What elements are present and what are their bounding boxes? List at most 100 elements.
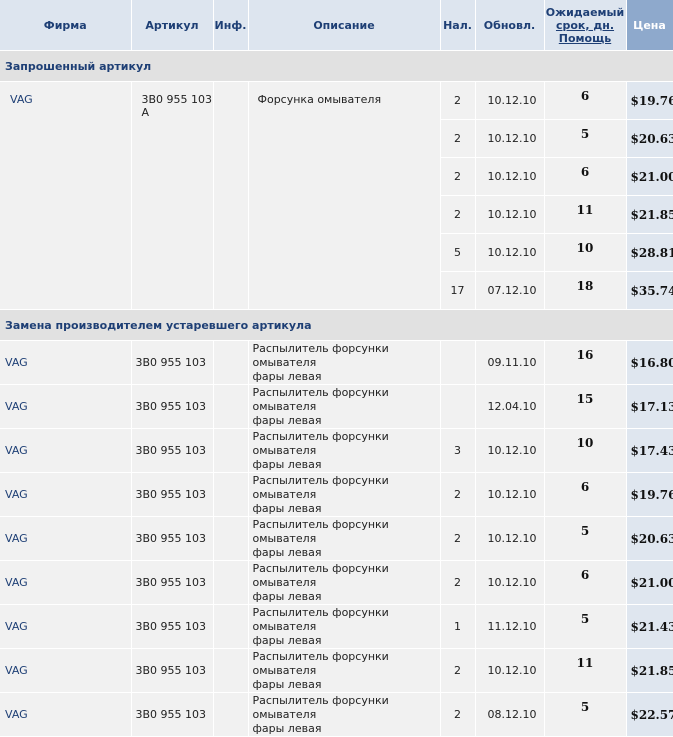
info-cell <box>213 560 249 605</box>
price-cell[interactable]: $22.57 <box>626 692 673 737</box>
description-line1: Распылитель форсунки омывателя <box>252 605 389 633</box>
firm-link[interactable]: VAG <box>5 532 28 545</box>
price-cell[interactable]: $21.43 <box>626 604 673 649</box>
price-cell[interactable]: $17.13 <box>626 384 673 429</box>
price-cell[interactable]: $21.85 <box>626 648 673 693</box>
term-cell: 5 <box>544 692 627 737</box>
firm-link[interactable]: VAG <box>10 93 33 106</box>
price-cell[interactable]: $20.63 <box>626 516 673 561</box>
table-row[interactable]: VAG 3B0 955 103 Распылитель форсунки омыва… <box>0 340 673 385</box>
price-cell[interactable]: $16.80 <box>626 340 673 385</box>
firm-link[interactable]: VAG <box>5 620 28 633</box>
header-article[interactable]: Артикул <box>131 0 214 51</box>
date-cell: 10.12.10 <box>475 516 545 561</box>
table-row[interactable]: VAG 3B0 955 103 Распылитель форсунки омыва… <box>0 472 673 517</box>
firm-link[interactable]: VAG <box>5 400 28 413</box>
price-cell[interactable]: $19.76 <box>626 472 673 517</box>
table-row[interactable]: VAG 3B0 955 103 Распылитель форсунки омыва… <box>0 692 673 737</box>
firm-link[interactable]: VAG <box>5 708 28 721</box>
date-cell: 10.12.10 <box>475 472 545 517</box>
article-cell: 3B0 955 103 <box>131 692 214 737</box>
article-cell: 3B0 955 103 A <box>131 81 214 310</box>
term-cell: 10 <box>544 428 627 473</box>
table-row[interactable]: VAG 3B0 955 103 Распылитель форсунки омыва… <box>0 648 673 693</box>
header-term[interactable]: Ожидаемый срок, дн. Помощь <box>544 0 627 51</box>
article-cell: 3B0 955 103 <box>131 472 214 517</box>
firm-cell: VAG <box>0 384 132 429</box>
info-cell <box>213 648 249 693</box>
info-cell <box>213 340 249 385</box>
firm-cell: VAG <box>0 428 132 473</box>
description-line2: фары левая <box>252 633 322 647</box>
table-header-row: Фирма Артикул Инф. Описание Нал. Обновл.… <box>0 0 673 51</box>
description-cell: Распылитель форсунки омывателя фары левая <box>248 472 441 517</box>
description-line1: Распылитель форсунки омывателя <box>252 473 389 501</box>
date-cell: 10.12.10 <box>475 81 545 120</box>
description-line2: фары левая <box>252 677 322 691</box>
header-qty[interactable]: Нал. <box>440 0 476 51</box>
header-description[interactable]: Описание <box>248 0 441 51</box>
firm-cell: VAG <box>0 648 132 693</box>
term-cell: 11 <box>544 195 627 234</box>
firm-link[interactable]: VAG <box>5 576 28 589</box>
price-cell[interactable]: $21.00 <box>626 157 673 196</box>
section-title-requested: Запрошенный артикул <box>0 50 673 82</box>
help-link[interactable]: Помощь <box>559 32 611 45</box>
date-cell: 10.12.10 <box>475 560 545 605</box>
section-title-replacement: Замена производителем устаревшего артику… <box>0 309 673 341</box>
table-row[interactable]: VAG 3B0 955 103 Распылитель форсунки омыва… <box>0 560 673 605</box>
table-row[interactable]: VAG 3B0 955 103 Распылитель форсунки омыва… <box>0 428 673 473</box>
description-line2: фары левая <box>252 721 322 735</box>
firm-link[interactable]: VAG <box>5 664 28 677</box>
firm-cell: VAG <box>0 472 132 517</box>
header-term-line2[interactable]: срок, дн. <box>556 19 614 32</box>
price-cell[interactable]: $21.00 <box>626 560 673 605</box>
price-cell[interactable]: $17.43 <box>626 428 673 473</box>
date-cell: 12.04.10 <box>475 384 545 429</box>
qty-cell: 2 <box>440 692 476 737</box>
header-info: Инф. <box>213 0 249 51</box>
info-cell <box>213 384 249 429</box>
table-row[interactable]: VAG 3B0 955 103 Распылитель форсунки омыва… <box>0 604 673 649</box>
firm-link[interactable]: VAG <box>5 356 28 369</box>
firm-link[interactable]: VAG <box>5 444 28 457</box>
info-cell <box>213 81 249 310</box>
date-cell: 10.12.10 <box>475 233 545 272</box>
section-row-requested: Запрошенный артикул <box>0 50 673 82</box>
qty-cell <box>440 384 476 429</box>
price-cell[interactable]: $19.76 <box>626 81 673 120</box>
qty-cell: 1 <box>440 604 476 649</box>
price-cell[interactable]: $20.63 <box>626 119 673 158</box>
table-row[interactable]: VAG 3B0 955 103 Распылитель форсунки омыва… <box>0 516 673 561</box>
term-cell: 6 <box>544 157 627 196</box>
firm-cell: VAG <box>0 604 132 649</box>
header-firm[interactable]: Фирма <box>0 0 132 51</box>
term-cell: 6 <box>544 472 627 517</box>
firm-cell: VAG <box>0 516 132 561</box>
date-cell: 10.12.10 <box>475 648 545 693</box>
description-cell: Распылитель форсунки омывателя фары левая <box>248 692 441 737</box>
description-cell: Распылитель форсунки омывателя фары левая <box>248 428 441 473</box>
qty-cell: 2 <box>440 516 476 561</box>
header-price[interactable]: Цена <box>626 0 673 51</box>
article-cell: 3B0 955 103 <box>131 648 214 693</box>
description-cell: Распылитель форсунки омывателя фары левая <box>248 648 441 693</box>
table-row[interactable]: VAG 3B0 955 103 A Форсунка омывателя 2 10.12… <box>0 81 673 310</box>
info-cell <box>213 516 249 561</box>
price-cell[interactable]: $21.85 <box>626 195 673 234</box>
article-cell: 3B0 955 103 <box>131 604 214 649</box>
term-cell: 16 <box>544 340 627 385</box>
qty-cell: 2 <box>440 119 476 158</box>
article-cell: 3B0 955 103 <box>131 384 214 429</box>
price-cell[interactable]: $35.74 <box>626 271 673 310</box>
price-cell[interactable]: $28.81 <box>626 233 673 272</box>
firm-link[interactable]: VAG <box>5 488 28 501</box>
header-updated[interactable]: Обновл. <box>475 0 545 51</box>
qty-cell: 17 <box>440 271 476 310</box>
table-row[interactable]: VAG 3B0 955 103 Распылитель форсунки омыва… <box>0 384 673 429</box>
firm-cell: VAG <box>0 560 132 605</box>
qty-cell <box>440 340 476 385</box>
qty-cell: 5 <box>440 233 476 272</box>
term-cell: 10 <box>544 233 627 272</box>
term-cell: 5 <box>544 516 627 561</box>
